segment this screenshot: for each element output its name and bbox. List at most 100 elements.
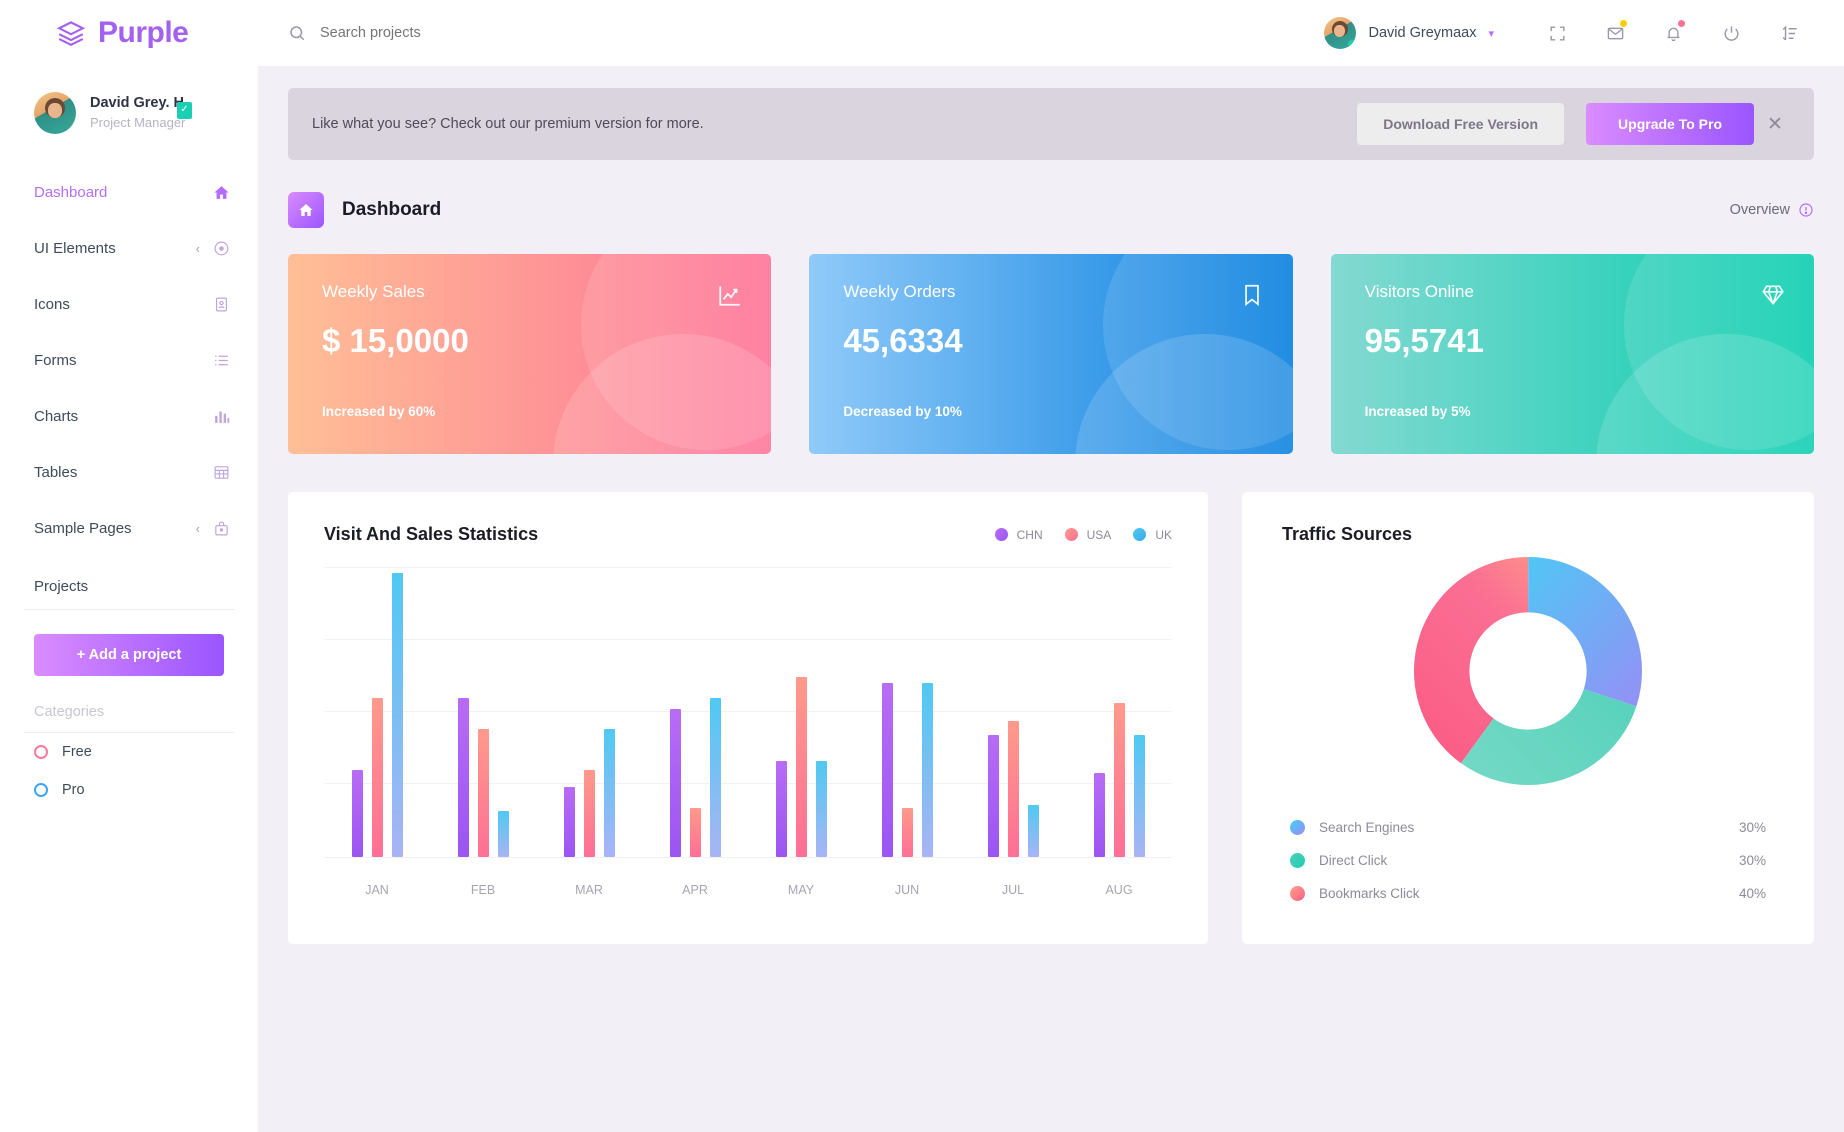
legend-item: UK <box>1133 528 1172 542</box>
sidebar-item-label: Charts <box>34 407 79 425</box>
visit-sales-panel: Visit And Sales Statistics CHN USA UK JA… <box>288 492 1208 944</box>
stat-card-title: Weekly Sales <box>322 282 425 301</box>
layers-icon <box>56 20 86 47</box>
bar <box>1113 703 1125 857</box>
close-icon[interactable]: ✕ <box>1754 113 1796 136</box>
notification-badge <box>1678 20 1685 27</box>
stat-card-value: $ 15,0000 <box>322 322 469 359</box>
home-icon <box>288 192 324 228</box>
lock-bag-icon <box>212 519 230 537</box>
topbar: David Greymaax ▾ <box>258 0 1844 66</box>
donut-svg <box>1414 557 1642 785</box>
add-project-button[interactable]: + Add a project <box>34 634 224 676</box>
stat-card-delta: Increased by 60% <box>322 404 436 419</box>
projects-heading: Projects <box>34 578 89 595</box>
stat-card-delta: Increased by 5% <box>1364 404 1471 419</box>
x-axis-label: APR <box>682 883 708 897</box>
chevron-down-icon: ▾ <box>1488 27 1494 40</box>
stat-card-visitors-online: Visitors Online 95,5741 Increased by 5% <box>1330 254 1814 454</box>
bar <box>881 683 893 857</box>
sidebar-item-forms[interactable]: Forms <box>0 332 258 388</box>
donut-legend: Search Engines 30% Direct Click 30% Book… <box>1282 811 1774 910</box>
legend-color-swatch <box>1064 528 1078 541</box>
sidebar-item-tables[interactable]: Tables <box>0 444 258 500</box>
x-axis-label: JAN <box>365 883 389 897</box>
sidebar-profile[interactable]: David Grey. H Project Manager ✓ <box>0 66 258 134</box>
stat-card-title: Weekly Orders <box>843 282 956 301</box>
bar <box>391 572 403 857</box>
bar <box>775 761 787 857</box>
bar <box>1007 720 1019 857</box>
bar <box>457 697 469 857</box>
x-axis-label: FEB <box>470 883 496 897</box>
legend-label: Search Engines <box>1319 820 1415 835</box>
sidebar: Purple David Grey. H Project Manager ✓ D… <box>0 0 258 1132</box>
bar-group <box>854 567 960 857</box>
overview-label-group[interactable]: Overview <box>1730 202 1814 218</box>
legend-value: 30% <box>1738 820 1766 835</box>
avatar <box>1324 17 1357 49</box>
sidebar-item-sample-pages[interactable]: Sample Pages ‹ <box>0 500 258 556</box>
sidebar-item-charts[interactable]: Charts <box>0 388 258 444</box>
legend-label: Direct Click <box>1319 853 1388 868</box>
sidebar-item-label: Tables <box>34 463 78 481</box>
topbar-user-menu[interactable]: David Greymaax ▾ <box>1324 17 1494 49</box>
power-icon[interactable] <box>1702 0 1760 66</box>
category-item-pro[interactable]: Pro <box>0 771 258 809</box>
legend-item: CHN <box>994 528 1043 542</box>
search-box[interactable] <box>288 24 1324 42</box>
legend-label: UK <box>1155 527 1172 542</box>
list-icon <box>212 351 230 369</box>
panel-title: Traffic Sources <box>1282 524 1413 544</box>
bar <box>351 770 363 857</box>
bell-icon[interactable] <box>1644 0 1702 66</box>
legend-item: USA <box>1064 528 1111 542</box>
check-badge-icon: ✓ <box>177 102 192 119</box>
promo-text: Like what you see? Check out our premium… <box>312 116 704 132</box>
legend-color-swatch <box>1290 820 1305 835</box>
sidebar-nav: Dashboard UI Elements ‹ Icons Forms Char… <box>0 164 258 556</box>
bar <box>689 807 701 857</box>
stat-card-value: 45,6334 <box>843 322 963 359</box>
bar <box>815 761 827 857</box>
app-root: Purple David Grey. H Project Manager ✓ D… <box>0 0 1844 1132</box>
brand[interactable]: Purple <box>0 0 258 66</box>
bar <box>563 787 575 857</box>
stat-cards: Weekly Sales $ 15,0000 Increased by 60% <box>288 254 1814 454</box>
sidebar-item-label: Forms <box>34 351 77 369</box>
brand-name: Purple <box>98 16 189 49</box>
sort-list-icon[interactable] <box>1760 0 1818 66</box>
bar <box>371 697 383 857</box>
legend-value: 30% <box>1738 853 1766 868</box>
promo-banner: Like what you see? Check out our premium… <box>288 88 1814 160</box>
bar <box>1027 804 1039 857</box>
donut-chart <box>1282 557 1774 785</box>
category-item-free[interactable]: Free <box>0 733 258 771</box>
download-free-version-button[interactable]: Download Free Version <box>1357 103 1565 145</box>
info-circle-icon <box>1798 202 1814 218</box>
main-area: David Greymaax ▾ <box>258 0 1844 1132</box>
category-label: Free <box>62 744 92 760</box>
x-axis-label: JUN <box>894 883 920 897</box>
category-label: Pro <box>62 782 85 798</box>
sidebar-item-ui-elements[interactable]: UI Elements ‹ <box>0 220 258 276</box>
search-input[interactable] <box>320 25 580 41</box>
upgrade-to-pro-button[interactable]: Upgrade To Pro <box>1586 103 1754 145</box>
sidebar-item-dashboard[interactable]: Dashboard <box>0 164 258 220</box>
sidebar-item-icons[interactable]: Icons <box>0 276 258 332</box>
x-axis-label: MAY <box>787 883 815 897</box>
profile-role: Project Manager <box>90 115 186 130</box>
mail-icon[interactable] <box>1586 0 1644 66</box>
bar-group <box>430 567 536 857</box>
profile-name: David Grey. H <box>90 95 185 112</box>
overview-label: Overview <box>1729 202 1790 218</box>
stat-card-weekly-orders: Weekly Orders 45,6334 Decreased by 10% <box>809 254 1293 454</box>
bar-group <box>748 567 854 857</box>
fullscreen-icon[interactable] <box>1528 0 1586 66</box>
bar <box>497 810 509 857</box>
contact-card-icon <box>212 295 230 313</box>
bar-group <box>536 567 642 857</box>
chart-legend: CHN USA UK <box>994 528 1172 542</box>
stat-card-value: 95,5741 <box>1364 322 1484 359</box>
bar <box>669 709 681 857</box>
